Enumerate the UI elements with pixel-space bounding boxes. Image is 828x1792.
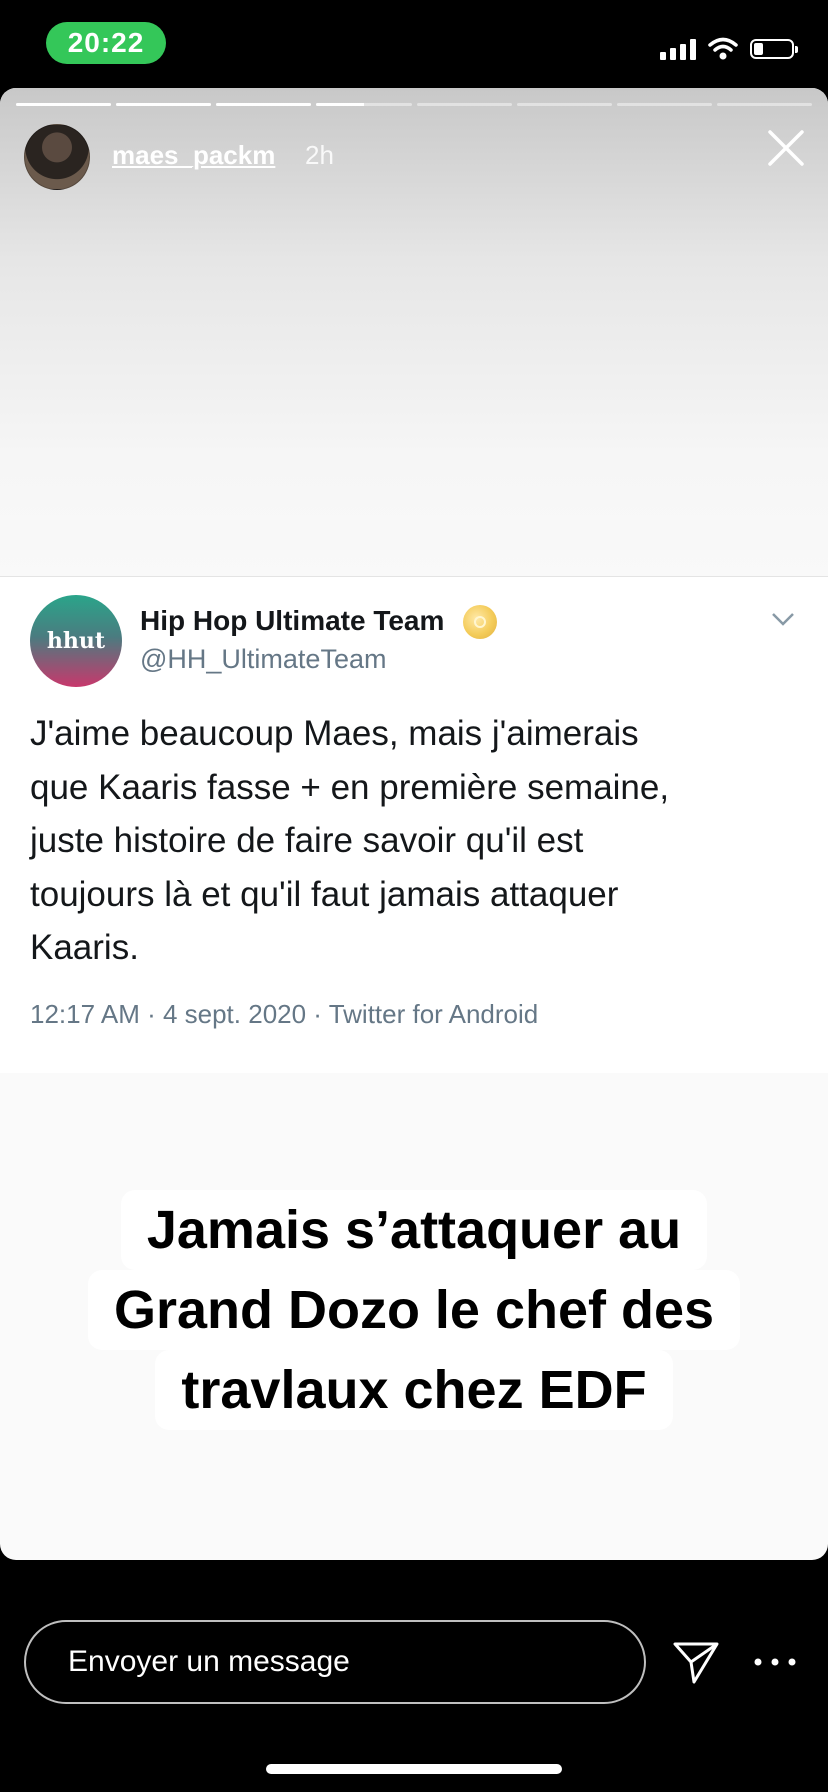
story-caption: Jamais s’attaquer au Grand Dozo le chef … bbox=[0, 1190, 828, 1430]
paper-plane-icon[interactable] bbox=[670, 1636, 722, 1688]
tweet-text-line: Kaaris. bbox=[30, 928, 139, 967]
story-progress-segment bbox=[16, 103, 112, 106]
story-time-ago: 2h bbox=[305, 140, 334, 170]
gold-record-icon bbox=[463, 605, 497, 639]
caption-line: travlaux chez EDF bbox=[155, 1350, 673, 1430]
tweet-text-line: que Kaaris fasse + en première semaine, bbox=[30, 767, 670, 807]
message-input[interactable]: Envoyer un message bbox=[24, 1620, 646, 1704]
tweet-card: hhut Hip Hop Ultimate Team @HH_UltimateT… bbox=[0, 576, 828, 1073]
status-time: 20:22 bbox=[46, 22, 166, 64]
tweet-text-line: juste histoire de faire savoir qu'il est bbox=[30, 821, 584, 860]
caption-line: Jamais s’attaquer au bbox=[120, 1190, 708, 1270]
home-indicator[interactable] bbox=[266, 1764, 562, 1774]
story-card: maes_packm 2h hhut Hip Hop Ultimate Team… bbox=[0, 88, 828, 1560]
chevron-down-icon bbox=[772, 613, 794, 626]
battery-icon bbox=[750, 39, 798, 59]
message-placeholder: Envoyer un message bbox=[68, 1645, 350, 1678]
story-progress-segment bbox=[516, 103, 612, 106]
status-icons bbox=[660, 34, 798, 64]
tweet-text-line: J'aime beaucoup Maes, mais j'aimerais bbox=[30, 714, 639, 753]
wifi-icon bbox=[708, 37, 738, 60]
tweet-text-line: toujours là et qu'il faut jamais attaque… bbox=[30, 874, 619, 914]
signal-icon bbox=[660, 38, 696, 60]
tweet-text: J'aime beaucoup Maes, mais j'aimerais qu… bbox=[30, 707, 790, 975]
story-progress-segment bbox=[716, 103, 812, 106]
tweet-display-name: Hip Hop Ultimate Team bbox=[140, 605, 445, 636]
close-icon[interactable] bbox=[764, 126, 808, 170]
story-progress-segment bbox=[616, 103, 712, 106]
story-progress-segment bbox=[216, 103, 312, 106]
story-progress-segment bbox=[416, 103, 512, 106]
story-progress-segment bbox=[316, 103, 412, 106]
more-dots-icon[interactable] bbox=[752, 1656, 798, 1668]
story-progress-segment bbox=[116, 103, 212, 106]
tweet-meta: 12:17 AM · 4 sept. 2020 · Twitter for An… bbox=[30, 999, 539, 1029]
story-progress-bar bbox=[16, 103, 812, 106]
caption-line: Grand Dozo le chef des bbox=[87, 1270, 741, 1350]
avatar[interactable] bbox=[24, 124, 90, 190]
tweet-avatar-text: hhut bbox=[46, 628, 106, 654]
story-username[interactable]: maes_packm bbox=[112, 140, 275, 171]
tweet-handle: @HH_UltimateTeam bbox=[140, 644, 387, 674]
tweet-avatar: hhut bbox=[30, 595, 122, 687]
